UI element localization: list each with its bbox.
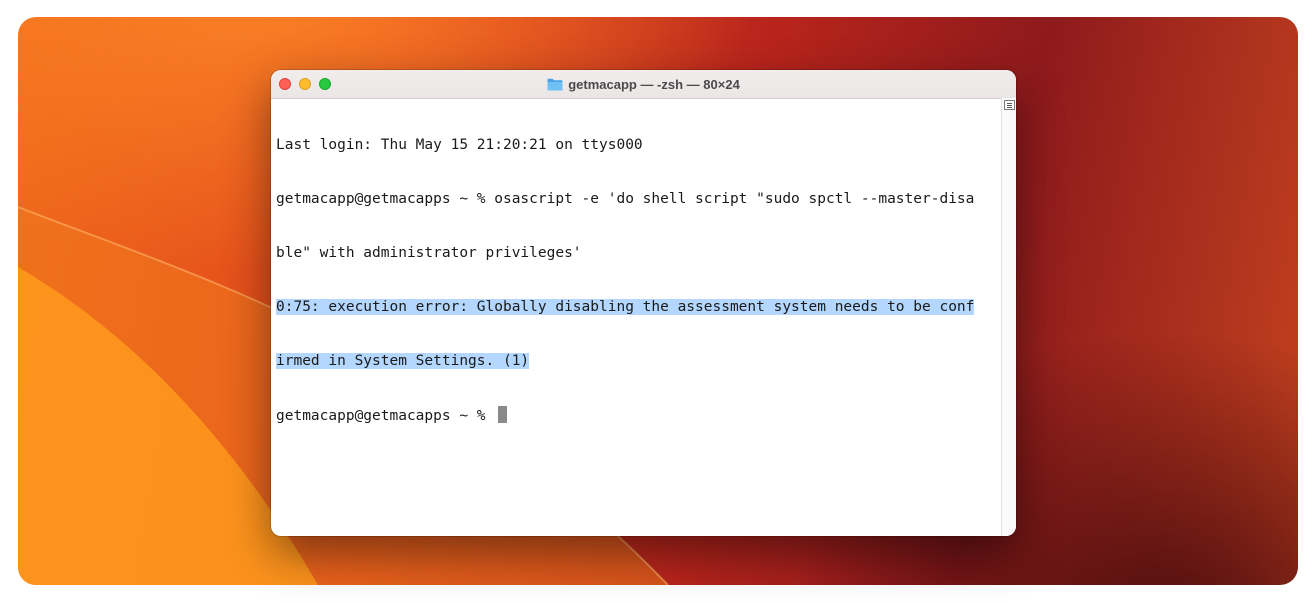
- window-title-area: getmacapp — -zsh — 80×24: [271, 70, 1016, 98]
- terminal-line: getmacapp@getmacapps ~ % osascript -e 'd…: [276, 191, 975, 207]
- window-title: getmacapp — -zsh — 80×24: [568, 76, 740, 92]
- scrollbar[interactable]: [1001, 98, 1016, 536]
- window-titlebar[interactable]: getmacapp — -zsh — 80×24: [271, 70, 1016, 99]
- terminal-line: ble" with administrator privileges': [276, 245, 582, 261]
- terminal-output[interactable]: Last login: Thu May 15 21:20:21 on ttys0…: [276, 100, 1001, 530]
- terminal-line-selected: irmed in System Settings. (1): [276, 353, 530, 369]
- terminal-line-selected: 0:75: execution error: Globally disablin…: [276, 299, 975, 315]
- folder-icon: [547, 78, 563, 91]
- text-cursor: [498, 406, 508, 423]
- terminal-window[interactable]: getmacapp — -zsh — 80×24 Last login: Thu…: [271, 70, 1016, 536]
- terminal-prompt: getmacapp@getmacapps ~ %: [276, 408, 495, 424]
- terminal-line: Last login: Thu May 15 21:20:21 on ttys0…: [276, 137, 643, 153]
- scrollbar-menu-icon[interactable]: [1004, 100, 1015, 110]
